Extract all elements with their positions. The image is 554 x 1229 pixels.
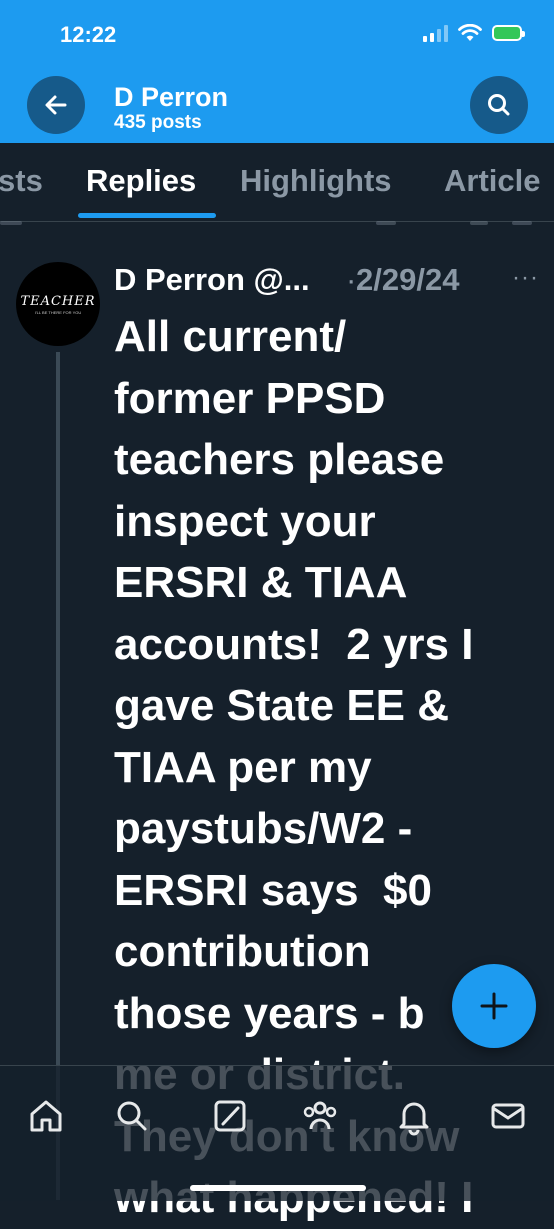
messages-icon[interactable] (488, 1096, 528, 1136)
profile-header: 12:22 D Perron 435 posts (0, 0, 554, 143)
grok-icon[interactable] (210, 1096, 250, 1136)
compose-plus-icon (480, 992, 508, 1020)
home-indicator (190, 1185, 366, 1191)
communities-icon[interactable] (300, 1096, 340, 1136)
more-options-button[interactable]: ··· (512, 264, 539, 292)
profile-name: D Perron (114, 82, 229, 112)
search-icon[interactable] (112, 1096, 152, 1136)
previous-post-actions (0, 221, 554, 229)
tab-articles[interactable]: Article (444, 163, 540, 199)
tab-posts[interactable]: sts (0, 163, 43, 199)
signal-icon (423, 24, 448, 42)
home-icon[interactable] (26, 1096, 66, 1136)
status-time: 12:22 (60, 22, 117, 47)
notifications-icon[interactable] (394, 1096, 434, 1136)
post-count: 435 posts (114, 112, 202, 133)
profile-tabs: sts Replies Highlights Article (0, 143, 554, 222)
avatar[interactable]: TEACHER I'LL BE THERE FOR YOU (16, 262, 100, 346)
avatar-subtitle: I'LL BE THERE FOR YOU (34, 309, 82, 315)
tab-replies[interactable]: Replies (86, 163, 196, 199)
status-icons (423, 24, 525, 42)
search-button[interactable] (470, 76, 528, 134)
battery-icon (492, 25, 525, 41)
back-button[interactable] (27, 76, 85, 134)
tweet-separator: · (346, 262, 357, 297)
active-tab-indicator (78, 213, 216, 218)
arrow-left-icon (45, 95, 67, 115)
bottom-navigation (0, 1065, 554, 1201)
avatar-title: TEACHER (20, 293, 96, 309)
search-icon (488, 94, 510, 116)
tab-highlights[interactable]: Highlights (240, 163, 392, 199)
tweet-date[interactable]: 2/29/24 (356, 262, 459, 298)
compose-button[interactable] (452, 964, 536, 1048)
wifi-icon (458, 24, 482, 41)
tweet-author[interactable]: D Perron @... (114, 262, 310, 298)
